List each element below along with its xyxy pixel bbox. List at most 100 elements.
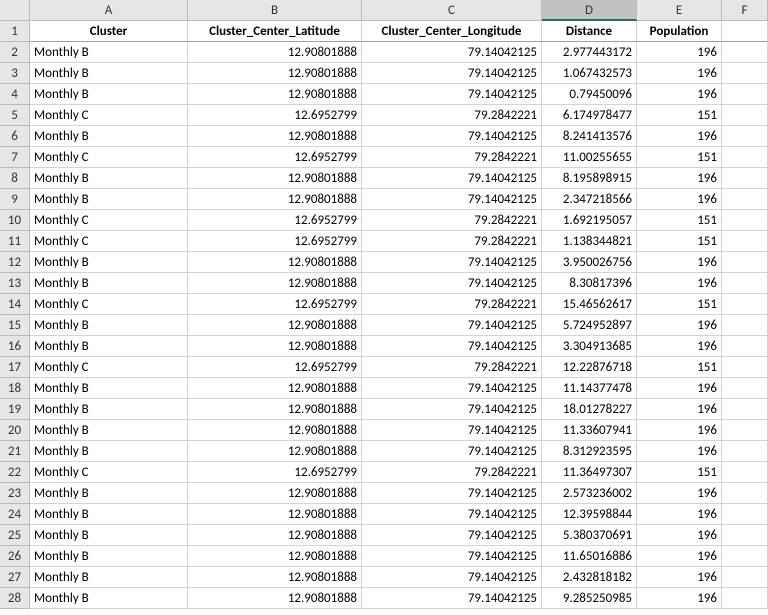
cell-D14[interactable]: 15.46562617 xyxy=(542,294,637,315)
cell-A5[interactable]: Monthly C xyxy=(30,105,188,126)
cell-C11[interactable]: 79.2842221 xyxy=(362,231,542,252)
cell-B28[interactable]: 12.90801888 xyxy=(188,588,362,609)
cell-C23[interactable]: 79.14042125 xyxy=(362,483,542,504)
cell-C25[interactable]: 79.14042125 xyxy=(362,525,542,546)
cell-B19[interactable]: 12.90801888 xyxy=(188,399,362,420)
cell-A28[interactable]: Monthly B xyxy=(30,588,188,609)
cell-F6[interactable] xyxy=(722,126,768,147)
cell-A17[interactable]: Monthly C xyxy=(30,357,188,378)
col-header-D[interactable]: D xyxy=(542,0,637,21)
cell-A3[interactable]: Monthly B xyxy=(30,63,188,84)
cell-D18[interactable]: 11.14377478 xyxy=(542,378,637,399)
cell-E6[interactable]: 196 xyxy=(637,126,722,147)
cell-D3[interactable]: 1.067432573 xyxy=(542,63,637,84)
cell-F24[interactable] xyxy=(722,504,768,525)
row-header-18[interactable]: 18 xyxy=(0,378,30,399)
cell-A9[interactable]: Monthly B xyxy=(30,189,188,210)
cell-A2[interactable]: Monthly B xyxy=(30,42,188,63)
cell-D11[interactable]: 1.138344821 xyxy=(542,231,637,252)
cell-B3[interactable]: 12.90801888 xyxy=(188,63,362,84)
cell-C28[interactable]: 79.14042125 xyxy=(362,588,542,609)
cell-A25[interactable]: Monthly B xyxy=(30,525,188,546)
cell-D12[interactable]: 3.950026756 xyxy=(542,252,637,273)
cell-F13[interactable] xyxy=(722,273,768,294)
row-header-13[interactable]: 13 xyxy=(0,273,30,294)
cell-C22[interactable]: 79.2842221 xyxy=(362,462,542,483)
cell-E8[interactable]: 196 xyxy=(637,168,722,189)
cell-A13[interactable]: Monthly B xyxy=(30,273,188,294)
row-header-19[interactable]: 19 xyxy=(0,399,30,420)
cell-A18[interactable]: Monthly B xyxy=(30,378,188,399)
cell-F26[interactable] xyxy=(722,546,768,567)
cell-C19[interactable]: 79.14042125 xyxy=(362,399,542,420)
cell-E23[interactable]: 196 xyxy=(637,483,722,504)
row-header-11[interactable]: 11 xyxy=(0,231,30,252)
row-header-16[interactable]: 16 xyxy=(0,336,30,357)
cell-C2[interactable]: 79.14042125 xyxy=(362,42,542,63)
cell-D20[interactable]: 11.33607941 xyxy=(542,420,637,441)
cell-D27[interactable]: 2.432818182 xyxy=(542,567,637,588)
cell-B7[interactable]: 12.6952799 xyxy=(188,147,362,168)
cell-C3[interactable]: 79.14042125 xyxy=(362,63,542,84)
cell-E25[interactable]: 196 xyxy=(637,525,722,546)
row-header-28[interactable]: 28 xyxy=(0,588,30,609)
cell-C9[interactable]: 79.14042125 xyxy=(362,189,542,210)
cell-F18[interactable] xyxy=(722,378,768,399)
cell-B4[interactable]: 12.90801888 xyxy=(188,84,362,105)
cell-E7[interactable]: 151 xyxy=(637,147,722,168)
cell-E5[interactable]: 151 xyxy=(637,105,722,126)
cell-B18[interactable]: 12.90801888 xyxy=(188,378,362,399)
cell-F27[interactable] xyxy=(722,567,768,588)
cell-B27[interactable]: 12.90801888 xyxy=(188,567,362,588)
cell-C6[interactable]: 79.14042125 xyxy=(362,126,542,147)
cell-E9[interactable]: 196 xyxy=(637,189,722,210)
cell-D8[interactable]: 8.195898915 xyxy=(542,168,637,189)
cell-F10[interactable] xyxy=(722,210,768,231)
cell-A23[interactable]: Monthly B xyxy=(30,483,188,504)
row-header-8[interactable]: 8 xyxy=(0,168,30,189)
cell-E4[interactable]: 196 xyxy=(637,84,722,105)
cell-D9[interactable]: 2.347218566 xyxy=(542,189,637,210)
cell-B9[interactable]: 12.90801888 xyxy=(188,189,362,210)
cell-B16[interactable]: 12.90801888 xyxy=(188,336,362,357)
cell-E28[interactable]: 196 xyxy=(637,588,722,609)
cell-A16[interactable]: Monthly B xyxy=(30,336,188,357)
row-header-4[interactable]: 4 xyxy=(0,84,30,105)
cell-A4[interactable]: Monthly B xyxy=(30,84,188,105)
cell-F2[interactable] xyxy=(722,42,768,63)
cell-D13[interactable]: 8.30817396 xyxy=(542,273,637,294)
cell-D19[interactable]: 18.01278227 xyxy=(542,399,637,420)
cell-A19[interactable]: Monthly B xyxy=(30,399,188,420)
cell-E22[interactable]: 151 xyxy=(637,462,722,483)
cell-D26[interactable]: 11.65016886 xyxy=(542,546,637,567)
cell-F12[interactable] xyxy=(722,252,768,273)
cell-A26[interactable]: Monthly B xyxy=(30,546,188,567)
row-header-9[interactable]: 9 xyxy=(0,189,30,210)
cell-A11[interactable]: Monthly C xyxy=(30,231,188,252)
row-header-6[interactable]: 6 xyxy=(0,126,30,147)
cell-E21[interactable]: 196 xyxy=(637,441,722,462)
cell-B5[interactable]: 12.6952799 xyxy=(188,105,362,126)
row-header-3[interactable]: 3 xyxy=(0,63,30,84)
row-header-15[interactable]: 15 xyxy=(0,315,30,336)
cell-C21[interactable]: 79.14042125 xyxy=(362,441,542,462)
cell-E14[interactable]: 151 xyxy=(637,294,722,315)
cell-C16[interactable]: 79.14042125 xyxy=(362,336,542,357)
row-header-10[interactable]: 10 xyxy=(0,210,30,231)
cell-C15[interactable]: 79.14042125 xyxy=(362,315,542,336)
cell-D23[interactable]: 2.573236002 xyxy=(542,483,637,504)
cell-A15[interactable]: Monthly B xyxy=(30,315,188,336)
cell-F15[interactable] xyxy=(722,315,768,336)
cell-E1[interactable]: Population xyxy=(637,21,722,42)
cell-F25[interactable] xyxy=(722,525,768,546)
cell-C17[interactable]: 79.2842221 xyxy=(362,357,542,378)
cell-C18[interactable]: 79.14042125 xyxy=(362,378,542,399)
cell-B26[interactable]: 12.90801888 xyxy=(188,546,362,567)
row-header-23[interactable]: 23 xyxy=(0,483,30,504)
cell-E10[interactable]: 151 xyxy=(637,210,722,231)
cell-A27[interactable]: Monthly B xyxy=(30,567,188,588)
cell-E26[interactable]: 196 xyxy=(637,546,722,567)
col-header-E[interactable]: E xyxy=(637,0,722,21)
row-header-2[interactable]: 2 xyxy=(0,42,30,63)
cell-C20[interactable]: 79.14042125 xyxy=(362,420,542,441)
